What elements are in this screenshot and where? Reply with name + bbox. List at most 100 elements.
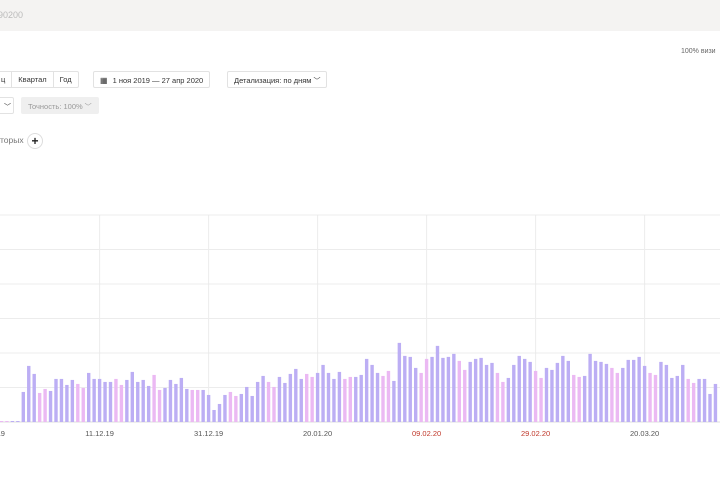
- bar: [392, 380, 396, 422]
- bar: [48, 390, 53, 422]
- bar: [190, 389, 194, 422]
- bar: [223, 394, 227, 422]
- bar: [642, 365, 647, 422]
- bar: [310, 376, 314, 422]
- bar: [76, 383, 80, 422]
- bar: [414, 367, 418, 422]
- bar: [136, 381, 140, 422]
- bar: [168, 379, 173, 422]
- bar: [512, 364, 516, 422]
- bar: [114, 378, 118, 422]
- bar: [517, 355, 521, 422]
- bar: [637, 356, 641, 422]
- bar: [234, 395, 238, 422]
- bar: [626, 359, 630, 422]
- bar: [446, 356, 451, 422]
- bar: [0, 420, 4, 422]
- bar: [54, 378, 58, 422]
- x-tick-label: 11.12.19: [85, 429, 114, 438]
- bar: [664, 364, 669, 422]
- bar: [130, 371, 134, 422]
- bar: [473, 358, 478, 422]
- bar: [337, 371, 342, 422]
- bar: [16, 420, 20, 422]
- bar: [653, 374, 658, 422]
- bar: [588, 353, 592, 422]
- bar: [321, 364, 325, 422]
- bar: [87, 372, 91, 422]
- bar: [43, 388, 47, 422]
- bar: [196, 389, 200, 422]
- bar: [555, 362, 560, 422]
- bar: [572, 374, 576, 422]
- bar: [343, 378, 347, 422]
- bar: [610, 367, 614, 422]
- bar: [408, 356, 412, 422]
- bar: [119, 384, 124, 422]
- bar: [212, 409, 216, 422]
- bar: [670, 377, 674, 422]
- bar: [523, 358, 527, 422]
- bar: [141, 379, 145, 422]
- x-tick-label: 20.03.20: [630, 429, 659, 438]
- bar: [501, 381, 505, 422]
- bar: [397, 342, 402, 422]
- bar: [65, 384, 69, 422]
- x-tick-label: 20.01.20: [303, 429, 332, 438]
- bar: [108, 381, 113, 422]
- bar: [544, 367, 549, 422]
- bar: [277, 376, 282, 422]
- bar: [239, 393, 243, 422]
- bar: [479, 357, 483, 422]
- bar: [375, 372, 380, 422]
- bar: [250, 395, 254, 422]
- bar: [97, 378, 102, 422]
- bar: [261, 375, 265, 422]
- bar: [430, 356, 434, 422]
- bar: [691, 382, 696, 422]
- bar: [441, 357, 445, 422]
- bar: [272, 386, 276, 422]
- visits-chart: 21.11.19 11.12.19 31.12.19 20.01.20 09.02.20…: [0, 214, 720, 438]
- bar: [348, 376, 352, 422]
- bar: [21, 391, 25, 422]
- bar: [179, 377, 184, 422]
- bar: [468, 361, 472, 422]
- bar: [599, 361, 603, 422]
- bar: [266, 381, 271, 422]
- bar: [152, 374, 156, 422]
- bar: [217, 403, 222, 422]
- bar: [435, 345, 440, 422]
- bar: [59, 378, 64, 422]
- bar: [299, 378, 303, 422]
- bar: [255, 381, 260, 422]
- bar: [708, 393, 712, 422]
- bar: [305, 373, 309, 422]
- bar: [593, 360, 598, 422]
- bar: [528, 361, 532, 422]
- bar: [5, 420, 9, 422]
- bar: [702, 378, 707, 422]
- bar: [288, 373, 293, 422]
- bar: [403, 355, 407, 422]
- bar: [457, 360, 461, 422]
- bar: [675, 375, 679, 422]
- bar: [315, 372, 320, 422]
- bar: [577, 376, 581, 422]
- bar: [92, 378, 96, 422]
- bar: [550, 369, 554, 422]
- bar: [604, 363, 609, 422]
- bar: [463, 369, 467, 422]
- bar: [354, 376, 358, 422]
- bar: [294, 368, 298, 422]
- bar: [245, 386, 249, 422]
- bar: [681, 364, 685, 422]
- bar: [386, 370, 391, 422]
- bar: [10, 420, 15, 422]
- bar: [659, 361, 663, 422]
- bar: [81, 387, 85, 422]
- bar: [206, 394, 211, 422]
- bar: [452, 353, 456, 422]
- bar: [506, 377, 511, 422]
- x-tick-label: 31.12.19: [194, 429, 223, 438]
